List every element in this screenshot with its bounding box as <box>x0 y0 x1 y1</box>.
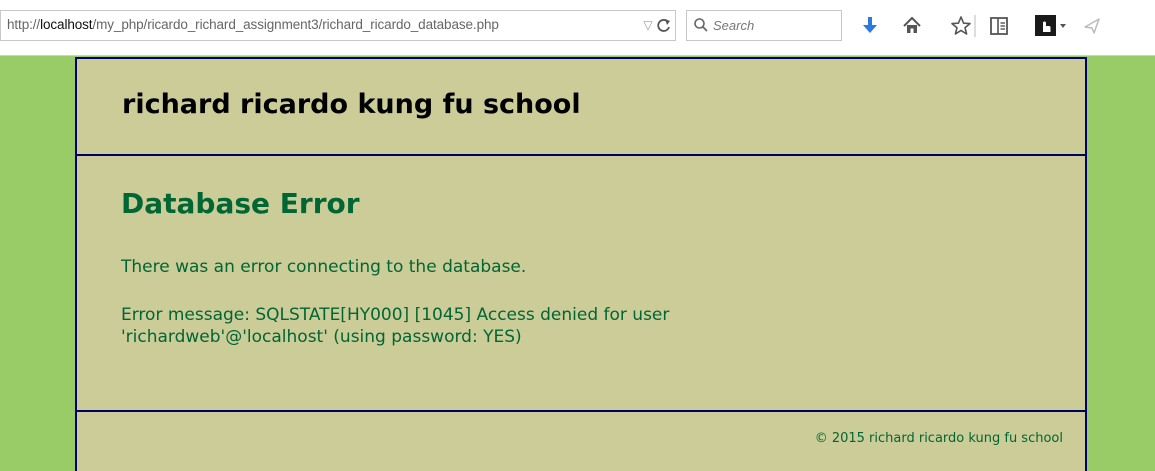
error-message-text: Error message: SQLSTATE[HY000] [1045] Ac… <box>121 305 670 347</box>
page-container: richard ricardo kung fu school Database … <box>75 57 1087 471</box>
url-prefix: http:// <box>7 17 41 32</box>
toolbar-divider <box>974 15 976 37</box>
url-host: localhost <box>40 17 93 32</box>
download-icon[interactable] <box>858 14 882 38</box>
address-bar[interactable]: http://localhost/my_php/ricardo_richard_… <box>0 10 676 41</box>
search-bar[interactable] <box>686 10 842 41</box>
dropdown-arrow-icon[interactable]: ▽ <box>641 16 655 34</box>
home-icon[interactable] <box>900 14 924 38</box>
browser-toolbar: http://localhost/my_php/ricardo_richard_… <box>0 0 1155 56</box>
extension-icon[interactable] <box>1034 14 1068 38</box>
url-path: /my_php/ricardo_richard_assignment3/rich… <box>92 17 499 32</box>
site-footer: © 2015 richard ricardo kung fu school <box>77 412 1085 471</box>
site-title: richard ricardo kung fu school <box>122 89 581 120</box>
error-heading: Database Error <box>121 187 360 220</box>
copyright-text: © 2015 richard ricardo kung fu school <box>814 431 1063 446</box>
site-header: richard ricardo kung fu school <box>77 59 1085 156</box>
reload-icon[interactable] <box>655 15 673 35</box>
share-icon[interactable] <box>1080 14 1104 38</box>
error-intro-text: There was an error connecting to the dat… <box>121 257 527 277</box>
search-icon <box>693 17 709 33</box>
main-content: Database Error There was an error connec… <box>77 156 1085 412</box>
star-icon[interactable] <box>949 14 973 38</box>
url-text[interactable]: http://localhost/my_php/ricardo_richard_… <box>7 17 499 32</box>
search-input[interactable] <box>713 15 833 35</box>
reading-list-icon[interactable] <box>987 14 1011 38</box>
